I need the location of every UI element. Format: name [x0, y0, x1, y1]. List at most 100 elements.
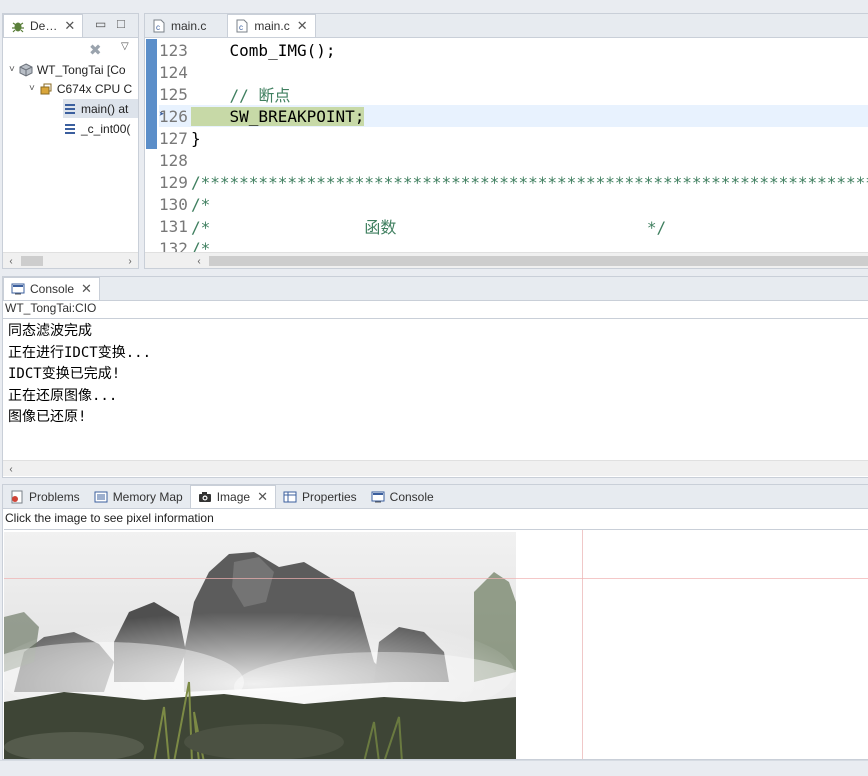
line-number: 127 — [159, 128, 188, 148]
code-line[interactable]: 131 /* 函数 */ — [159, 215, 868, 238]
tab-problems[interactable]: Problems — [3, 486, 87, 508]
chevron-down-icon[interactable]: ˅ — [9, 64, 15, 75]
tab-image[interactable]: Image ✕ — [189, 485, 276, 508]
ruler-marker — [146, 39, 157, 149]
chevron-down-icon[interactable]: ˅ — [29, 83, 35, 94]
image-view-panel: Problems Memory Map Image ✕ Properties C… — [2, 484, 868, 760]
line-number: 128 — [159, 150, 188, 170]
tab-memory-map[interactable]: Memory Map — [87, 486, 190, 508]
tab-properties[interactable]: Properties — [276, 486, 364, 508]
line-number: 130 — [159, 194, 188, 214]
debug-view: De… ✕ ▭ □ ✖ ▽ ˅ WT_TongTai [Co ˅ C674x C… — [2, 13, 139, 269]
tab-debug-label: De… — [30, 19, 58, 33]
line-number: 124 — [159, 62, 188, 82]
cube-icon — [19, 62, 33, 77]
minimize-icon[interactable]: ▭ — [95, 17, 106, 31]
code-text: Comb_IMG(); — [191, 40, 336, 60]
image-canvas[interactable] — [4, 529, 868, 759]
tree-session[interactable]: ˅ WT_TongTai [Co — [9, 60, 126, 79]
editor-tab-2[interactable]: c main.c ✕ — [227, 14, 316, 37]
memory-map-icon — [94, 490, 108, 504]
bottom-tabbar: Problems Memory Map Image ✕ Properties C… — [3, 485, 868, 509]
code-line[interactable]: 123 Comb_IMG(); — [159, 39, 868, 61]
crosshair-horizontal — [4, 578, 868, 579]
editor-tab-1[interactable]: c main.c — [145, 15, 213, 37]
console-line: 正在还原图像... — [8, 387, 118, 404]
divider — [3, 318, 868, 319]
svg-text:c: c — [156, 23, 160, 32]
status-bar — [0, 760, 868, 776]
close-icon[interactable]: ✕ — [64, 18, 75, 34]
code-line[interactable]: 128 — [159, 149, 868, 171]
code-line[interactable]: 130 /* — [159, 193, 868, 215]
overview-ruler — [146, 39, 158, 252]
line-number: 125 — [159, 84, 188, 104]
cpu-thread-icon — [39, 82, 53, 96]
console-tabbar: Console ✕ — [3, 277, 868, 301]
scroll-left-icon[interactable]: ‹ — [3, 461, 19, 477]
debug-toolbar: ✖ ▽ — [3, 39, 138, 61]
view-menu-icon[interactable]: ▽ — [121, 41, 129, 52]
problems-icon — [10, 490, 24, 504]
instruction-pointer-icon: ➤ — [159, 110, 165, 120]
stack-frame-main[interactable]: main() at — [63, 99, 138, 118]
stack-frame-icon — [63, 122, 77, 136]
tab-console-2-label: Console — [389, 490, 434, 504]
tab-console-label: Console — [30, 282, 75, 296]
rendered-image[interactable] — [4, 532, 516, 759]
tree-session-label: WT_TongTai [Co — [36, 62, 126, 77]
scroll-right-icon[interactable]: › — [122, 253, 138, 268]
code-text: } — [191, 128, 201, 148]
c-file-icon: c — [152, 19, 166, 33]
scroll-left-icon[interactable]: ‹ — [3, 253, 19, 268]
console-output[interactable]: 同态滤波完成 正在进行IDCT变换... IDCT变换已完成! 正在还原图像..… — [8, 321, 151, 429]
console-line: 图像已还原! — [8, 409, 87, 425]
console-line: IDCT变换已完成! — [8, 366, 121, 382]
tree-cpu[interactable]: ˅ C674x CPU C — [29, 79, 132, 98]
code-area[interactable]: 123 Comb_IMG(); 124 125 // 断点 126 ➤ SW_B… — [145, 39, 868, 258]
code-line-current[interactable]: 126 ➤ SW_BREAKPOINT; — [159, 105, 868, 127]
console-line: 同态滤波完成 — [8, 323, 92, 339]
close-icon[interactable]: ✕ — [81, 281, 92, 297]
editor-tab-2-label: main.c — [254, 19, 290, 33]
editor-hscrollbar[interactable]: ‹ — [145, 252, 868, 268]
code-line[interactable]: 127 } — [159, 127, 868, 149]
remove-terminated-icon[interactable]: ✖ — [89, 41, 102, 59]
code-comment: /***************************************… — [191, 172, 868, 192]
code-text-breakpoint: SW_BREAKPOINT; — [189, 106, 365, 126]
c-file-icon: c — [235, 19, 249, 33]
image-hint: Click the image to see pixel information — [5, 511, 214, 525]
tab-console[interactable]: Console ✕ — [3, 277, 100, 300]
close-icon[interactable]: ✕ — [297, 18, 308, 34]
console-line: 正在进行IDCT变换... — [8, 344, 152, 361]
editor-tabbar: c main.c c main.c ✕ — [145, 14, 868, 38]
stack-frame-main-label: main() at — [81, 101, 129, 116]
scroll-thumb[interactable] — [21, 256, 43, 266]
code-comment: /* 函数 */ — [191, 218, 667, 237]
tab-problems-label: Problems — [29, 490, 80, 504]
svg-text:c: c — [239, 23, 243, 32]
debug-hscrollbar[interactable]: ‹ › — [3, 252, 138, 268]
stack-frame-cint[interactable]: _c_int00( — [63, 119, 130, 138]
code-line[interactable]: 129 /***********************************… — [159, 171, 868, 193]
console-title: WT_TongTai:CIO — [5, 301, 97, 315]
crosshair-vertical — [582, 530, 583, 759]
maximize-icon[interactable]: □ — [117, 16, 125, 31]
editor-tab-1-label: main.c — [171, 19, 207, 33]
tab-debug[interactable]: De… ✕ — [3, 14, 84, 37]
stack-frame-cint-label: _c_int00( — [81, 121, 131, 136]
scroll-left-icon[interactable]: ‹ — [191, 253, 207, 268]
close-icon[interactable]: ✕ — [257, 489, 268, 505]
breakpoint-highlight: SW_BREAKPOINT; — [191, 106, 365, 126]
landscape-image — [4, 532, 516, 759]
console-icon — [371, 490, 385, 504]
tab-console-2[interactable]: Console — [364, 486, 441, 508]
tab-image-label: Image — [216, 490, 251, 504]
scroll-thumb[interactable] — [209, 256, 868, 266]
code-line[interactable]: 124 — [159, 61, 868, 83]
console-view: Console ✕ WT_TongTai:CIO 同态滤波完成 正在进行IDCT… — [2, 276, 868, 478]
code-comment: // 断点 — [191, 86, 291, 105]
tab-memory-map-label: Memory Map — [112, 490, 183, 504]
console-hscrollbar[interactable]: ‹ — [3, 460, 868, 476]
code-line[interactable]: 125 // 断点 — [159, 83, 868, 106]
